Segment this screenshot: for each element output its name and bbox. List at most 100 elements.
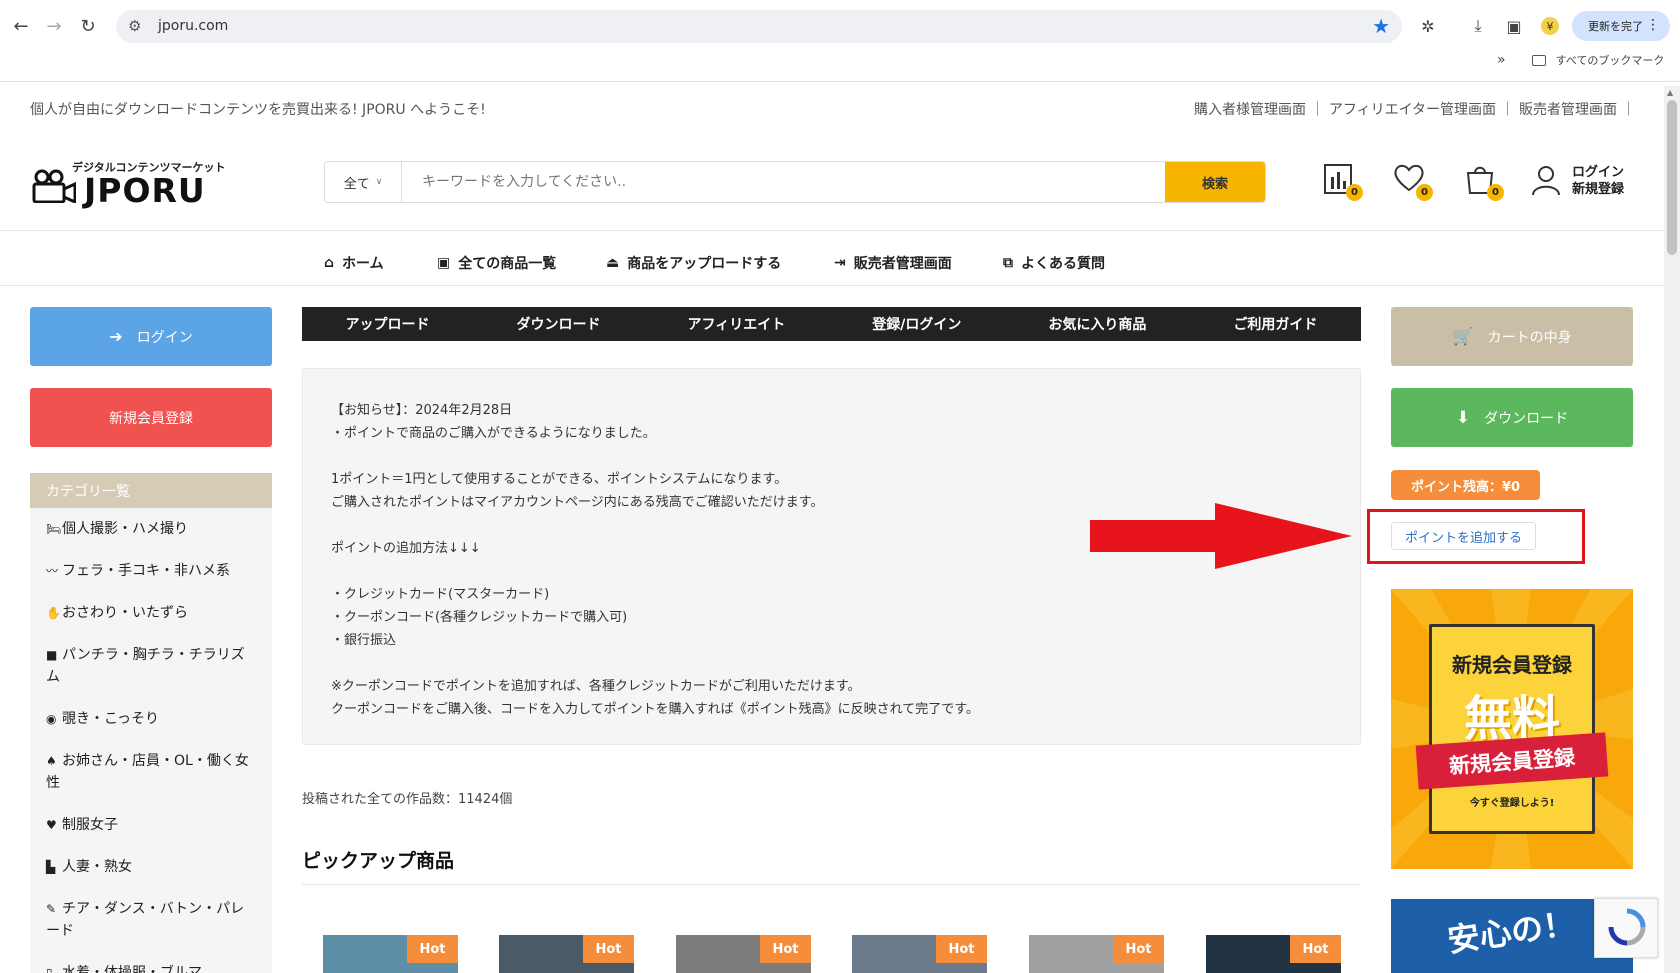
back-icon[interactable]: ← <box>7 12 35 40</box>
category-list: 🛏個人撮影・ハメ撮り〰フェラ・手コキ・非ハメ系 ✋おさわり・いたずら ■ パンチラ・胸… <box>30 508 272 973</box>
nav-seller-label: 販売者管理画面 <box>853 256 952 272</box>
update-button[interactable]: 更新を完了 ⋮ <box>1572 11 1670 41</box>
search-input[interactable] <box>402 162 1165 202</box>
header-register-link[interactable]: 新規登録 <box>1572 181 1624 198</box>
upload-icon: ⏏ <box>606 255 620 271</box>
all-bookmarks-link[interactable]: すべてのブックマーク <box>1556 52 1665 68</box>
product-thumbnail[interactable]: Hot <box>852 935 987 973</box>
hot-badge: Hot <box>760 935 811 963</box>
category-item[interactable]: ♠ お姉さん・店員・OL・働く女性 <box>30 740 272 804</box>
category-icon: ◉ <box>46 712 57 726</box>
extensions-icon[interactable]: ✲ <box>1416 14 1440 38</box>
sidebar-register-button[interactable]: 新規会員登録 <box>30 388 272 447</box>
scroll-up-icon[interactable]: ▲ <box>1667 88 1673 97</box>
sidebar-login-label: ログイン <box>136 329 193 346</box>
compare-icon[interactable]: 0 <box>1323 163 1363 201</box>
reload-icon[interactable]: ↻ <box>74 12 102 40</box>
hot-badge: Hot <box>407 935 458 963</box>
download-label: ダウンロード <box>1484 410 1569 427</box>
section-tab[interactable]: アップロード <box>346 314 430 334</box>
category-label: フェラ・手コキ・非ハメ系 <box>62 563 230 579</box>
side-panel-icon[interactable]: ▣ <box>1502 14 1526 38</box>
login-icon: ➔ <box>109 327 123 346</box>
category-item[interactable]: ✎ チア・ダンス・バトン・パレード <box>30 888 272 952</box>
category-item[interactable]: 〰フェラ・手コキ・非ハメ系 <box>30 550 272 592</box>
wishlist-heart-icon[interactable]: 0 <box>1393 163 1433 201</box>
bookmarks-chevron-icon[interactable]: » <box>1497 52 1506 68</box>
download-icon[interactable]: ⤓ <box>1466 14 1490 38</box>
header-login-link[interactable]: ログイン <box>1572 164 1624 181</box>
bookmark-star-icon[interactable]: ★ <box>1372 14 1390 38</box>
highlight-box <box>1367 509 1585 564</box>
section-tab[interactable]: アフィリエイト <box>688 314 786 334</box>
category-icon: 🛏 <box>46 522 62 536</box>
cart-count: 0 <box>1487 184 1504 201</box>
chat-icon: ⧉ <box>1003 255 1013 271</box>
pickup-divider <box>302 884 1361 885</box>
product-thumbnail[interactable]: Hot <box>1029 935 1164 973</box>
hot-badge: Hot <box>1113 935 1164 963</box>
cart-bag-icon[interactable]: 0 <box>1464 163 1504 201</box>
notice-line: ・ポイントで商品のご購入ができるようになりました。 <box>331 426 656 441</box>
category-item[interactable]: 🛏個人撮影・ハメ撮り <box>30 508 272 550</box>
main-nav-bar <box>0 230 1664 286</box>
category-item[interactable]: ◉ 覗き・こっそり <box>30 698 272 740</box>
section-tab[interactable]: お気に入り商品 <box>1048 314 1146 334</box>
site-settings-icon[interactable]: ⚙ <box>128 17 141 35</box>
recaptcha-badge[interactable] <box>1594 898 1658 958</box>
nav-all-products[interactable]: ▣ 全ての商品一覧 <box>437 253 556 273</box>
notice-line: ・クレジットカード(マスターカード) <box>331 587 550 602</box>
address-bar[interactable]: ⚙ jporu.com ★ <box>116 10 1402 43</box>
hot-badge: Hot <box>936 935 987 963</box>
menu-dots-icon[interactable]: ⋮ <box>1646 17 1660 33</box>
sidebar-login-button[interactable]: ➔ ログイン <box>30 307 272 366</box>
promo2-text: 安心の！ <box>1445 904 1578 960</box>
header-login-register[interactable]: ログイン 新規登録 <box>1572 164 1624 198</box>
logo-text: JPORU <box>84 171 206 210</box>
product-thumbnail[interactable]: Hot <box>323 935 458 973</box>
register-promo-banner[interactable]: 新規会員登録 無料 新規会員登録 今すぐ登録しよう! <box>1391 589 1633 869</box>
cart-contents-button[interactable]: 🛒 カートの中身 <box>1391 307 1633 366</box>
hot-badge: Hot <box>1290 935 1341 963</box>
category-label: 覗き・こっそり <box>62 711 160 727</box>
download-button[interactable]: ⬇ ダウンロード <box>1391 388 1633 447</box>
product-thumbnail[interactable]: Hot <box>499 935 634 973</box>
notice-line: 【お知らせ】：2024年2月28日 <box>331 403 513 418</box>
category-label: パンチラ・胸チラ・チラリズム <box>46 647 245 685</box>
forward-icon[interactable]: → <box>40 12 68 40</box>
category-item[interactable]: ♥ 制服女子 <box>30 804 272 846</box>
profile-icon[interactable]: ¥ <box>1538 14 1562 38</box>
category-item[interactable]: ▙ 人妻・熟女 <box>30 846 272 888</box>
folder-icon <box>1531 54 1546 66</box>
user-icon[interactable] <box>1530 164 1562 200</box>
category-item[interactable]: ▯ 水着・体操服・ブルマ <box>30 952 272 973</box>
compare-count: 0 <box>1346 184 1363 201</box>
category-select[interactable]: 全て ∨ <box>325 162 402 202</box>
promo-small-text: 今すぐ登録しよう! <box>1469 798 1555 809</box>
category-header: カテゴリ一覧 <box>30 473 272 508</box>
camera-icon <box>32 169 76 203</box>
category-label: おさわり・いたずら <box>62 605 188 621</box>
product-thumbnail[interactable]: Hot <box>1206 935 1341 973</box>
category-item[interactable]: ■ パンチラ・胸チラ・チラリズム <box>30 634 272 698</box>
scrollbar-thumb[interactable] <box>1667 100 1677 255</box>
category-item[interactable]: ✋おさわり・いたずら <box>30 592 272 634</box>
product-thumbnail[interactable]: Hot <box>676 935 811 973</box>
search-button[interactable]: 検索 <box>1165 162 1265 202</box>
admin-links[interactable]: 購入者様管理画面 ｜ アフィリエイター管理画面 ｜ 販売者管理画面 ｜ <box>1194 99 1635 119</box>
section-tab[interactable]: 登録/ログイン <box>872 314 961 334</box>
category-label: 水着・体操服・ブルマ <box>62 965 202 973</box>
cart-icon: 🛒 <box>1452 326 1474 347</box>
notice-line <box>331 445 1332 468</box>
nav-seller[interactable]: ⇥ 販売者管理画面 <box>834 253 952 273</box>
section-tab[interactable]: ダウンロード <box>517 314 601 334</box>
download-arrow-icon: ⬇ <box>1455 407 1471 428</box>
notice-line: ・銀行振込 <box>331 633 397 648</box>
nav-upload[interactable]: ⏏ 商品をアップロードする <box>606 253 781 273</box>
section-tab[interactable]: ご利用ガイド <box>1233 314 1317 334</box>
product-count-text: 投稿された全ての作品数：11424個 <box>302 792 513 807</box>
notice-line <box>331 652 1332 675</box>
nav-home[interactable]: ⌂ ホーム <box>324 253 384 273</box>
nav-faq[interactable]: ⧉ よくある質問 <box>1003 253 1105 273</box>
section-tab-bar: アップロード ダウンロード アフィリエイト 登録/ログイン お気に入り商品 ご利用ガイド <box>302 307 1361 341</box>
